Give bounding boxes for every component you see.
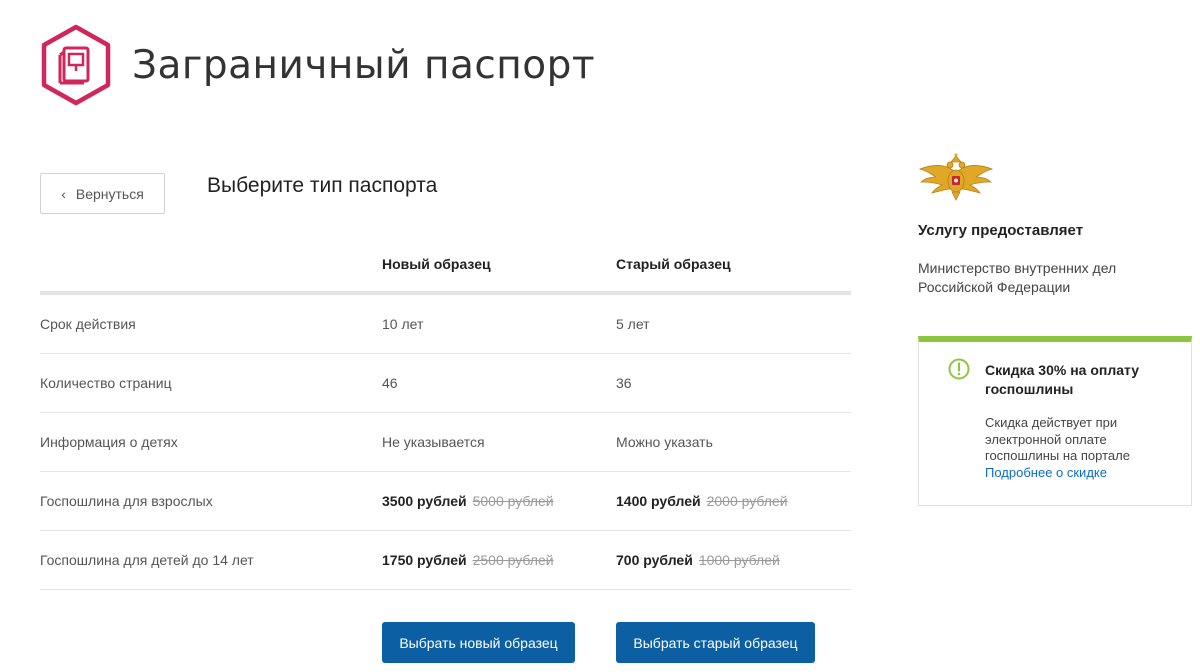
discounted-price: 700 рублей <box>616 552 693 568</box>
row-label: Госпошлина для взрослых <box>40 493 213 509</box>
provider-title: Услугу предоставляет <box>918 222 1084 239</box>
table-header: Новый образец Старый образец <box>40 240 851 295</box>
table-row: Информация о детях Не указывается Можно … <box>40 413 851 472</box>
original-price: 2000 рублей <box>706 493 788 509</box>
cell-new: 1750 рублей 2500 рублей <box>382 552 554 568</box>
discounted-price: 3500 рублей <box>382 493 467 509</box>
table-row: Количество страниц 46 36 <box>40 354 851 413</box>
original-price: 2500 рублей <box>472 552 554 568</box>
discount-details-link[interactable]: Подробнее о скидке <box>985 465 1107 480</box>
provider-name: Министерство внутренних дел Российской Ф… <box>918 260 1117 295</box>
row-label: Срок действия <box>40 316 136 332</box>
discounted-price: 1400 рублей <box>616 493 701 509</box>
select-new-passport-button[interactable]: Выбрать новый образец <box>382 622 575 663</box>
cell-old: 1400 рублей 2000 рублей <box>616 493 788 509</box>
cell-new: 46 <box>382 375 398 391</box>
table-row: Срок действия 10 лет 5 лет <box>40 295 851 354</box>
select-old-passport-button[interactable]: Выбрать старый образец <box>616 622 815 663</box>
cell-old: 700 рублей 1000 рублей <box>616 552 780 568</box>
column-header-old: Старый образец <box>616 256 731 272</box>
row-label: Информация о детях <box>40 434 178 450</box>
table-row: Госпошлина для детей до 14 лет 1750 рубл… <box>40 531 851 590</box>
column-header-new: Новый образец <box>382 256 491 272</box>
row-label: Госпошлина для детей до 14 лет <box>40 552 254 568</box>
alert-circle-icon <box>948 358 970 380</box>
discount-card: Скидка 30% на оплату госпошлины Скидка д… <box>918 336 1192 506</box>
double-headed-eagle-emblem <box>918 153 994 201</box>
original-price: 5000 рублей <box>472 493 554 509</box>
row-label: Количество страниц <box>40 375 172 391</box>
cell-old: 36 <box>616 375 632 391</box>
discounted-price: 1750 рублей <box>382 552 467 568</box>
cell-new: Не указывается <box>382 434 485 450</box>
passport-comparison-table: Новый образец Старый образец Срок действ… <box>40 240 851 590</box>
page-header: Заграничный паспорт <box>40 24 595 106</box>
original-price: 1000 рублей <box>698 552 780 568</box>
cell-old: 5 лет <box>616 316 650 332</box>
cell-new: 10 лет <box>382 316 424 332</box>
chevron-left-icon: ‹ <box>61 185 66 202</box>
back-button[interactable]: ‹ Вернуться <box>40 173 165 214</box>
discount-text: Скидка действует при электронной оплате … <box>985 415 1130 463</box>
table-row: Госпошлина для взрослых 3500 рублей 5000 … <box>40 472 851 531</box>
discount-title: Скидка 30% на оплату госпошлины <box>985 362 1140 397</box>
cell-new: 3500 рублей 5000 рублей <box>382 493 554 509</box>
page-title: Заграничный паспорт <box>132 42 596 88</box>
passport-icon <box>41 24 111 106</box>
cell-old: Можно указать <box>616 434 713 450</box>
section-title: Выберите тип паспорта <box>207 174 438 197</box>
back-button-label: Вернуться <box>75 185 144 202</box>
